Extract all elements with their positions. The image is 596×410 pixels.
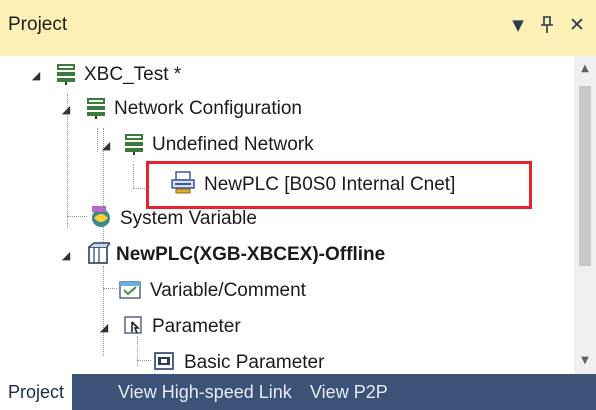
panel-tab-bar: Project View High-speed Link View P2P bbox=[0, 374, 596, 410]
project-icon bbox=[54, 62, 78, 86]
tree-item-label: Parameter bbox=[152, 316, 241, 337]
basic-parameter-icon bbox=[152, 350, 176, 374]
system-variable-icon bbox=[88, 204, 112, 228]
pin-icon[interactable] bbox=[536, 12, 558, 38]
tree-item-label: Basic Parameter bbox=[184, 352, 325, 373]
scroll-up-icon[interactable]: ▲ bbox=[578, 62, 592, 76]
tree-item-variable-comment[interactable]: Variable/Comment bbox=[0, 274, 570, 308]
project-tree: ◢ XBC_Test * ◢ Network Configuration ◢ U… bbox=[0, 56, 574, 374]
collapse-icon[interactable]: ◢ bbox=[98, 322, 110, 334]
collapse-icon[interactable]: ◢ bbox=[60, 104, 72, 116]
collapse-icon[interactable]: ◢ bbox=[100, 140, 112, 152]
tab-project[interactable]: Project bbox=[0, 374, 73, 410]
scroll-down-icon[interactable]: ▼ bbox=[578, 354, 592, 368]
tree-item-label: Variable/Comment bbox=[150, 280, 306, 301]
tree-item-network-configuration[interactable]: ◢ Network Configuration bbox=[0, 92, 570, 126]
variable-comment-icon bbox=[118, 278, 142, 302]
panel-title-bar: Project ▼ ✕ bbox=[0, 0, 596, 56]
scroll-thumb[interactable] bbox=[579, 86, 591, 266]
collapse-icon[interactable]: ◢ bbox=[30, 70, 42, 82]
tree-item-label: NewPLC(XGB-XBCEX)-Offline bbox=[116, 244, 386, 265]
network-icon bbox=[122, 132, 146, 156]
close-icon[interactable]: ✕ bbox=[566, 12, 588, 38]
tab-view-high-speed-link[interactable]: View High-speed Link bbox=[118, 374, 292, 410]
parameter-icon bbox=[122, 314, 146, 338]
tree-item-undefined-network[interactable]: ◢ Undefined Network bbox=[0, 128, 570, 162]
tree-item-label: Undefined Network bbox=[152, 134, 314, 155]
tree-item-label: Network Configuration bbox=[114, 98, 302, 119]
vertical-scrollbar[interactable]: ▲ ▼ bbox=[574, 56, 596, 374]
tree-item-newplc-offline[interactable]: ◢ NewPLC(XGB-XBCEX)-Offline bbox=[0, 238, 570, 272]
collapse-icon[interactable]: ◢ bbox=[60, 250, 72, 262]
panel-title: Project bbox=[8, 14, 68, 35]
dropdown-icon[interactable]: ▼ bbox=[507, 12, 529, 38]
tree-item-system-variable[interactable]: System Variable bbox=[0, 202, 570, 236]
tab-view-p2p[interactable]: View P2P bbox=[310, 374, 388, 410]
tree-item-parameter[interactable]: ◢ Parameter bbox=[0, 310, 570, 344]
plc-icon bbox=[86, 242, 112, 266]
network-config-icon bbox=[84, 96, 108, 120]
tree-item-project[interactable]: ◢ XBC_Test * bbox=[0, 58, 570, 92]
tree-item-label: System Variable bbox=[120, 208, 257, 229]
tree-item-basic-parameter[interactable]: Basic Parameter bbox=[0, 346, 570, 374]
project-panel: Project ▼ ✕ ◢ XBC_Test * ◢ Network Confi… bbox=[0, 0, 596, 410]
tree-item-label: XBC_Test * bbox=[84, 64, 182, 85]
